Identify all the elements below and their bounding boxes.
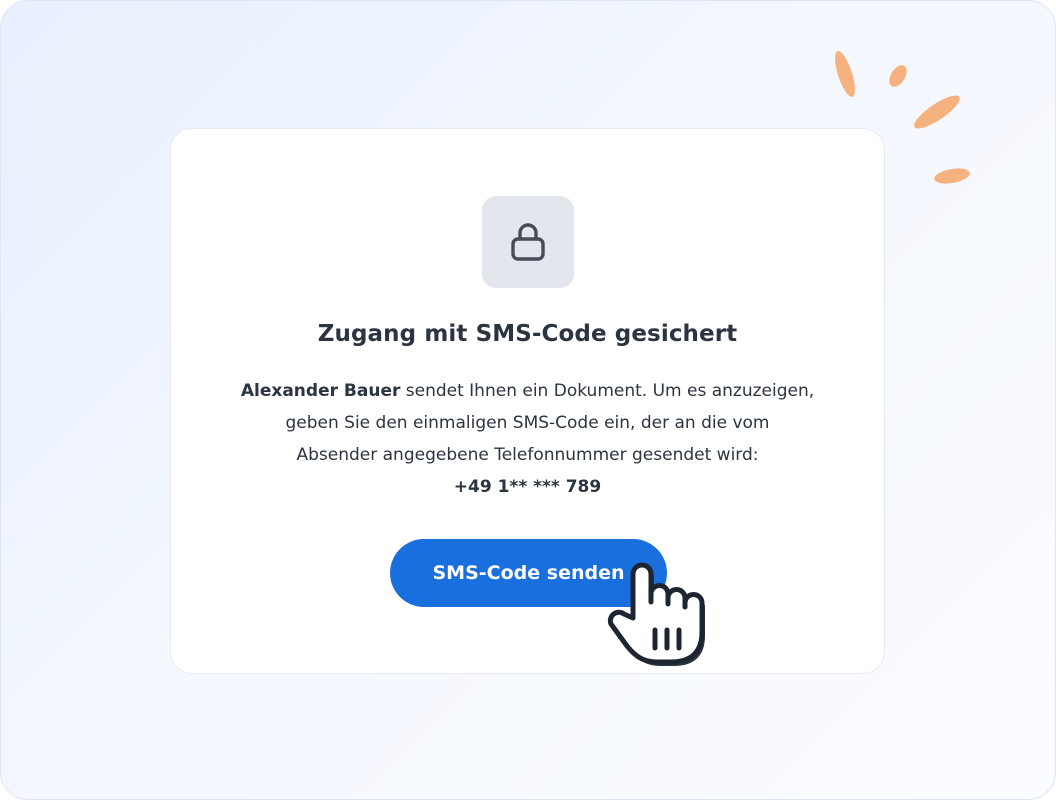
message-line-3: Absender angegebene Telefonnummer gesend… (296, 445, 759, 465)
lock-icon-container (482, 196, 574, 288)
sender-name: Alexander Bauer (240, 381, 401, 401)
hand-pointer-icon (607, 562, 705, 666)
background-frame: Zugang mit SMS-Code gesichert Alexander … (0, 0, 1056, 800)
dialog-description: Alexander Bauer sendet Ihnen ein Dokumen… (211, 375, 844, 503)
message-line-1: Alexander Bauer sendet Ihnen ein Dokumen… (211, 375, 844, 407)
dialog-title: Zugang mit SMS-Code gesichert (317, 321, 738, 347)
phone-number-value: +49 1** *** 789 (453, 477, 602, 497)
sms-verification-card: Zugang mit SMS-Code gesichert Alexander … (170, 128, 885, 674)
message-line-1-text: sendet Ihnen ein Dokument. Um es anzuzei… (400, 381, 815, 401)
lock-icon (511, 223, 545, 261)
phone-number: +49 1** *** 789 (211, 471, 844, 503)
message-line-2: geben Sie den einmaligen SMS-Code ein, d… (285, 413, 770, 433)
